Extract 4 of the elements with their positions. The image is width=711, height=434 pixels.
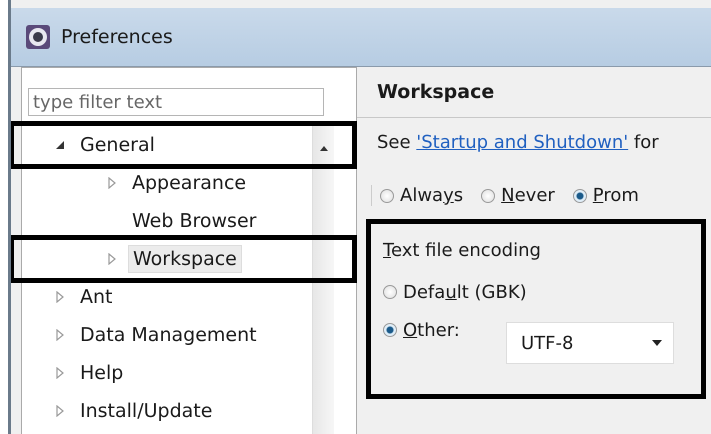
group-title: Text file encoding — [383, 240, 542, 261]
window-title: Preferences — [61, 26, 173, 48]
description-text: See 'Startup and Shutdown' for — [377, 132, 660, 153]
page-title: Workspace — [377, 81, 494, 103]
